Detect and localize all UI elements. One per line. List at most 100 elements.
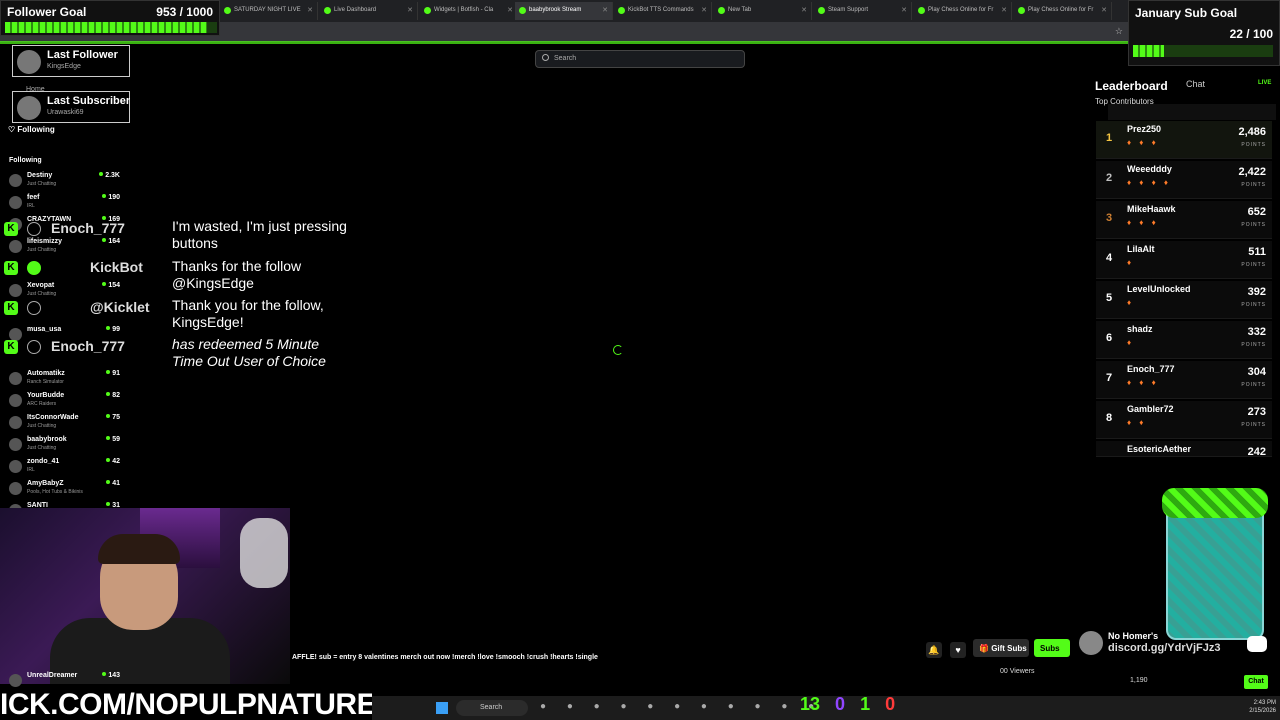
chat-button[interactable]: Chat (1244, 675, 1268, 689)
bookmark-star-icon[interactable]: ☆ (1115, 26, 1123, 37)
channel-category: Just Chatting (27, 445, 57, 451)
taskbar-search[interactable]: Search (456, 700, 528, 716)
kick-badge-icon: K (4, 222, 18, 236)
close-icon[interactable]: ✕ (307, 6, 313, 14)
channel-name: UnrealDreamer (27, 672, 78, 679)
avatar (9, 438, 22, 451)
badge-icons: ♦ ♦ ♦ ♦ (1127, 178, 1171, 187)
kick-badge-icon: K (4, 340, 18, 354)
tab-label: Play Chess Online for Fr (1028, 7, 1094, 13)
last-follower-title: Last Follower (47, 49, 118, 61)
taskbar-search-label: Search (480, 704, 503, 711)
browser-tab[interactable]: Steam Support ✕ (814, 2, 912, 20)
youtube-stat: 0 (885, 694, 896, 714)
avatar (9, 482, 22, 495)
nav-following[interactable]: ♡ Following (8, 125, 55, 134)
badge-icons: ♦ (1127, 298, 1135, 307)
bell-icon[interactable]: 🔔 (926, 642, 942, 658)
avatar (9, 196, 22, 209)
close-icon[interactable]: ✕ (602, 6, 608, 14)
gift-subs-button[interactable]: 🎁 Gift Subs (973, 639, 1029, 657)
sidebar-item-channel[interactable]: AmyBabyZ Pools, Hot Tubs & Bikinis 41 (8, 480, 120, 502)
browser-tab[interactable]: Play Chess Online for Fr ✕ (1014, 2, 1112, 20)
loading-spinner-icon (613, 345, 623, 355)
tab-favicon-icon (618, 7, 625, 14)
sub-goal-widget: January Sub Goal 22 / 100 (1128, 0, 1280, 66)
taskbar-app-icons[interactable]: ● ● ● ● ● ● ● ● ● ● ● (540, 701, 823, 712)
channel-name: Xevopat (27, 282, 55, 289)
close-icon[interactable]: ✕ (801, 6, 807, 14)
chat-username: @Kicklet (90, 299, 150, 315)
sidebar-item-channel[interactable]: baabybrook Just Chatting 59 (8, 436, 120, 458)
tab-chat[interactable]: Chat (1186, 79, 1205, 89)
tab-label: Live Dashboard (334, 7, 377, 13)
avatar (9, 416, 22, 429)
sidebar-item-channel[interactable]: zondo_41 IRL 42 (8, 458, 120, 480)
viewer-count: 99 (106, 326, 120, 333)
tab-favicon-icon (224, 7, 231, 14)
close-icon[interactable]: ✕ (701, 6, 707, 14)
tab-favicon-icon (519, 7, 526, 14)
viewer-count: 75 (106, 414, 120, 421)
contributor-name: EsotericAether (1127, 444, 1192, 454)
subscribe-button[interactable]: Subs (1034, 639, 1070, 657)
twitch-stat: 0 (835, 694, 846, 714)
channel-category: Just Chatting (27, 291, 57, 297)
clock: 2:43 PM 2/15/2026 (1240, 699, 1276, 715)
avatar (9, 674, 22, 687)
avatar (9, 460, 22, 473)
channel-name: YourBudde (27, 392, 65, 399)
following-header: Following (9, 157, 42, 164)
points-value: 511 (1248, 246, 1266, 258)
browser-tab[interactable]: Live Dashboard ✕ (320, 2, 418, 20)
sidebar-item-channel[interactable]: Destiny Just Chatting 2.3K (8, 172, 120, 194)
leaderboard-pinned-bar (1108, 104, 1276, 120)
viewer-count: 154 (102, 282, 120, 289)
heart-icon[interactable]: ♥ (950, 642, 966, 658)
tab-leaderboard[interactable]: Leaderboard (1095, 79, 1168, 93)
tab-favicon-icon (718, 7, 725, 14)
bot-icon (27, 301, 41, 315)
close-icon[interactable]: ✕ (1101, 6, 1107, 14)
last-subscriber-widget: Last Subscriber Urawaski69 (12, 91, 130, 123)
footer-stats: 1,190 (1130, 677, 1148, 684)
tab-favicon-icon (818, 7, 825, 14)
follower-goal-title: Follower Goal (7, 5, 87, 19)
close-icon[interactable]: ✕ (407, 6, 413, 14)
avatar (9, 372, 22, 385)
last-subscriber-title: Last Subscriber (47, 95, 131, 107)
close-icon[interactable]: ✕ (1001, 6, 1007, 14)
browser-tab-active[interactable]: baabybrook Stream ✕ (515, 2, 613, 20)
kick-badge-icon: K (4, 301, 18, 315)
windows-start-icon[interactable] (436, 702, 448, 714)
channel-category: IRL (27, 203, 35, 209)
viewer-count: 143 (102, 672, 120, 679)
channel-name: Automatikz (27, 370, 65, 377)
badge-icons: ♦ ♦ ♦ (1127, 218, 1159, 227)
sidebar-item-channel[interactable]: feef IRL 190 (8, 194, 120, 216)
close-icon[interactable]: ✕ (901, 6, 907, 14)
leaderboard-row: 2 Weeedddy ♦ ♦ ♦ ♦ 2,422 POINTS (1096, 161, 1272, 199)
sub-goal-value: 22 / 100 (1229, 27, 1273, 41)
close-icon[interactable]: ✕ (507, 6, 513, 14)
sidebar-item-channel[interactable]: YourBudde ARC Raiders 82 (8, 392, 120, 414)
browser-tab[interactable]: Widgets | Botfish - Cla ✕ (420, 2, 518, 20)
search-input[interactable]: Search (535, 50, 745, 68)
badge-icons: ♦ ♦ ♦ (1127, 138, 1159, 147)
sidebar-item-channel[interactable]: lifeismizzy Just Chatting 164 (8, 238, 120, 260)
points-value: 273 (1247, 406, 1266, 418)
browser-tab[interactable]: New Tab ✕ (714, 2, 812, 20)
chat-user: K KickBot (0, 259, 165, 277)
avatar (17, 96, 41, 120)
browser-tab[interactable]: KickBot TTS Commands ✕ (614, 2, 712, 20)
avatar (9, 284, 22, 297)
tab-label: baabybrook Stream (529, 7, 582, 13)
browser-tab[interactable]: Play Chess Online for Fr ✕ (914, 2, 1012, 20)
leaderboard-row: 7 Enoch_777 ♦ ♦ ♦ 304 POINTS (1096, 361, 1272, 399)
browser-tab[interactable]: SATURDAY NIGHT LIVE ✕ (220, 2, 318, 20)
sidebar-item-channel[interactable]: Automatikz Ranch Simulator 91 (8, 370, 120, 392)
jar-lid-graphic (1162, 488, 1268, 518)
webcam-mask-prop (240, 518, 288, 588)
sidebar-item-channel[interactable]: ItsConnorWade Just Chatting 75 (8, 414, 120, 436)
rank: 5 (1106, 292, 1113, 304)
